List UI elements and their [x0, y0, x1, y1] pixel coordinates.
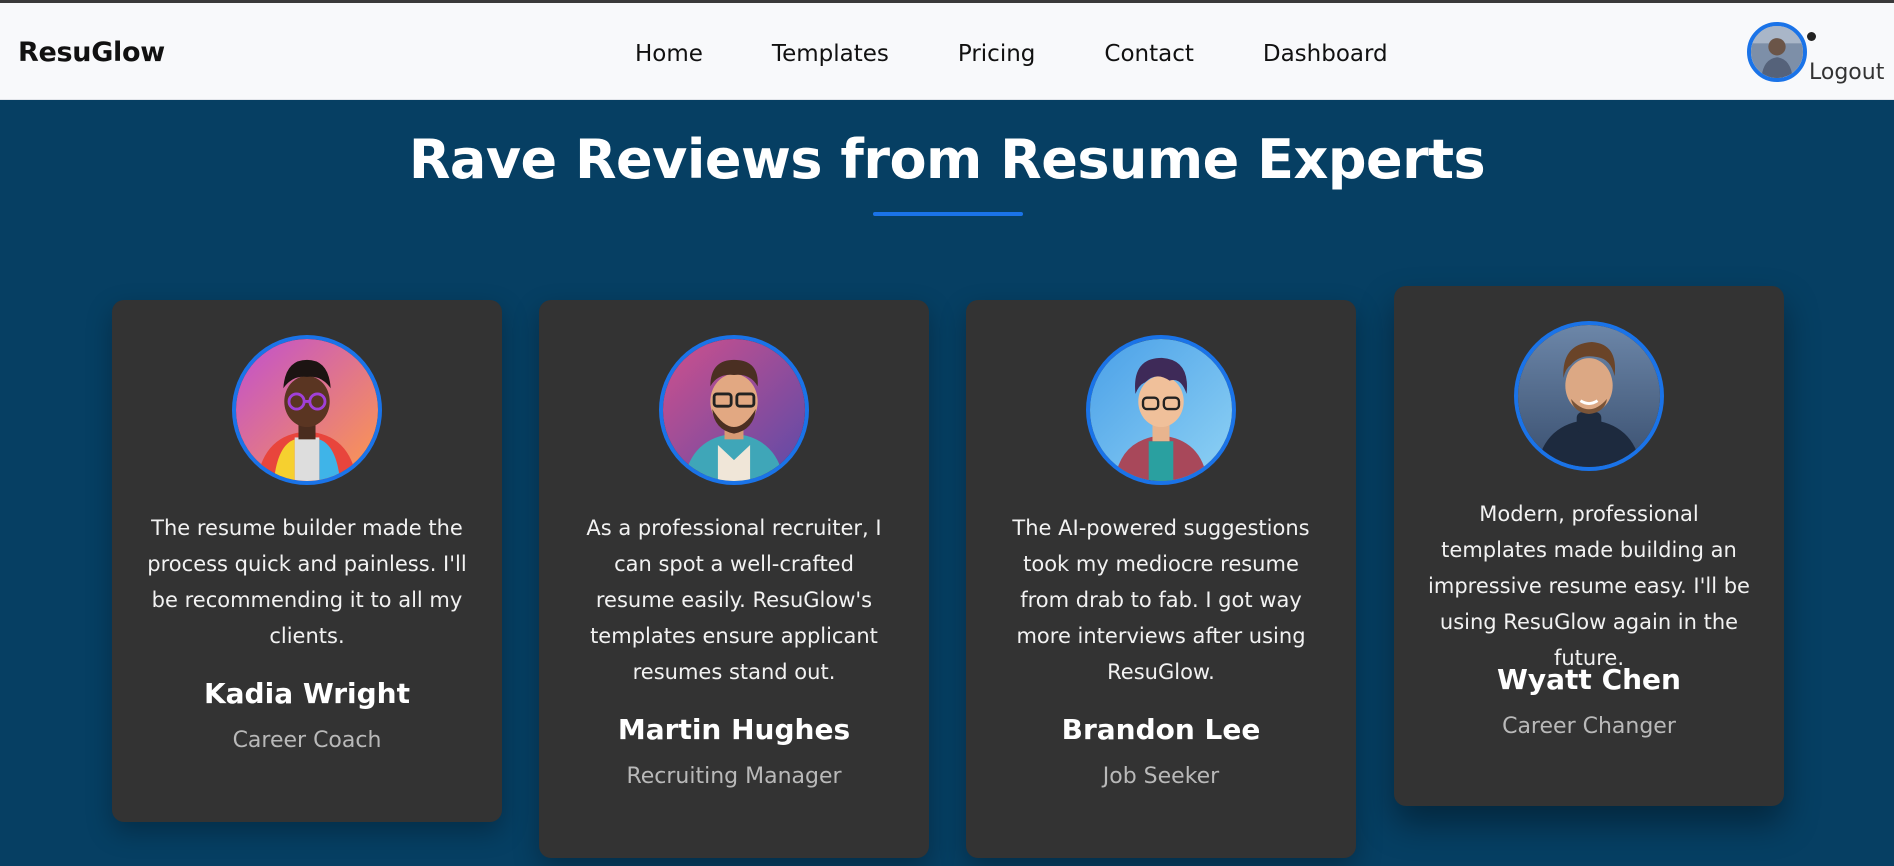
nav-templates[interactable]: Templates	[772, 41, 889, 67]
avatar	[232, 335, 382, 485]
avatar	[1086, 335, 1236, 485]
testimonial-card: As a professional recruiter, I can spot …	[539, 300, 929, 858]
navbar: ResuGlow Home Templates Pricing Contact …	[0, 3, 1894, 100]
brand-logo[interactable]: ResuGlow	[18, 37, 165, 68]
testimonial-quote: The AI-powered suggestions took my medio…	[1012, 516, 1310, 684]
user-avatar[interactable]	[1747, 22, 1807, 82]
testimonial-name: Kadia Wright	[203, 677, 411, 710]
testimonial-name: Wyatt Chen	[1497, 663, 1681, 696]
person-avatar-icon	[663, 339, 805, 481]
testimonial-card: The AI-powered suggestions took my medio…	[966, 300, 1356, 858]
testimonial-quote: As a professional recruiter, I can spot …	[586, 516, 882, 684]
testimonial-role: Recruiting Manager	[626, 764, 842, 789]
nav-home[interactable]: Home	[635, 41, 703, 67]
avatar	[659, 335, 809, 485]
section-title: Rave Reviews from Resume Experts	[408, 128, 1486, 191]
testimonial-card: The resume builder made the process quic…	[112, 300, 502, 822]
status-dot	[1807, 32, 1816, 41]
testimonial-quote: Modern, professional templates made buil…	[1428, 502, 1750, 670]
testimonial-role: Job Seeker	[1102, 764, 1220, 789]
user-photo-icon	[1751, 26, 1803, 78]
testimonial-name: Brandon Lee	[1061, 713, 1261, 746]
testimonial-role: Career Coach	[232, 728, 382, 753]
testimonial-name: Martin Hughes	[617, 713, 851, 746]
main-nav: Home Templates Pricing Contact Dashboard	[635, 41, 1388, 67]
avatar	[1514, 321, 1664, 471]
person-avatar-icon	[1090, 339, 1232, 481]
testimonial-role: Career Changer	[1502, 714, 1676, 739]
nav-contact[interactable]: Contact	[1104, 41, 1193, 67]
person-avatar-icon	[236, 339, 378, 481]
title-underline	[873, 212, 1023, 216]
logout-button[interactable]: Logout	[1809, 60, 1884, 85]
nav-dashboard[interactable]: Dashboard	[1263, 41, 1388, 67]
nav-pricing[interactable]: Pricing	[958, 41, 1036, 67]
testimonial-quote: The resume builder made the process quic…	[147, 516, 467, 648]
person-avatar-icon	[1518, 325, 1660, 467]
testimonial-card: Modern, professional templates made buil…	[1394, 286, 1784, 806]
